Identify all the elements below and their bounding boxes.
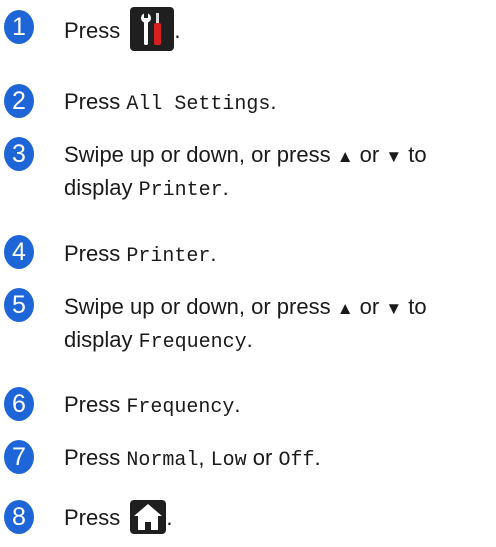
step-3-to: to <box>408 142 427 167</box>
step-3-or: or <box>359 142 380 167</box>
step-1-text: Press . <box>64 7 181 54</box>
down-arrow-icon: ▼ <box>385 147 403 166</box>
step-5-line-2: display Frequency. <box>64 324 253 358</box>
step-8-press: Press <box>64 505 121 530</box>
home-icon[interactable] <box>130 500 167 535</box>
step-2-press: Press <box>64 89 121 114</box>
step-number-4: 4 <box>4 235 34 269</box>
step-number-5: 5 <box>4 288 34 322</box>
step-5-to: to <box>408 294 427 319</box>
step-5-line-1: Swipe up or down, or press ▲ or ▼ to <box>64 291 427 324</box>
step-6-press: Press <box>64 392 121 417</box>
step-5-or: or <box>359 294 380 319</box>
step-number-3: 3 <box>4 137 34 171</box>
step-3-line-2: display Printer. <box>64 172 229 206</box>
step-8-period: . <box>166 505 173 530</box>
normal-option: Normal <box>126 449 199 472</box>
step-7-or: or <box>252 445 273 470</box>
off-option: Off <box>278 449 315 472</box>
step-7-text: Press Normal, Low or Off. <box>64 442 321 476</box>
step-4-period: . <box>210 241 217 266</box>
step-number-6: 6 <box>4 387 34 421</box>
step-number-1: 1 <box>4 10 34 44</box>
step-3-line-1: Swipe up or down, or press ▲ or ▼ to <box>64 139 427 172</box>
down-arrow-icon: ▼ <box>385 299 403 318</box>
step-5-display: display <box>64 327 133 352</box>
step-3-period: . <box>222 175 229 200</box>
step-5-instruction: Swipe up or down, or press <box>64 294 331 319</box>
printer-option: Printer <box>138 179 223 202</box>
step-8-text: Press . <box>64 500 173 536</box>
step-number-7: 7 <box>4 440 34 474</box>
step-1-press: Press <box>64 17 121 43</box>
step-7-press: Press <box>64 445 121 470</box>
up-arrow-icon: ▲ <box>336 299 354 318</box>
step-6-text: Press Frequency. <box>64 389 241 423</box>
printer-option: Printer <box>126 245 211 268</box>
step-5-period: . <box>246 327 253 352</box>
step-1-period: . <box>174 17 181 43</box>
up-arrow-icon: ▲ <box>336 147 354 166</box>
step-2-text: Press All Settings. <box>64 86 277 120</box>
frequency-option: Frequency <box>138 331 247 354</box>
step-4-text: Press Printer. <box>64 238 217 272</box>
frequency-option: Frequency <box>126 396 235 419</box>
all-settings-option: All Settings <box>126 93 271 116</box>
settings-icon[interactable] <box>130 7 175 51</box>
step-3-display: display <box>64 175 133 200</box>
step-3-instruction: Swipe up or down, or press <box>64 142 331 167</box>
step-7-comma: , <box>198 445 205 470</box>
step-number-2: 2 <box>4 84 34 118</box>
step-number-8: 8 <box>4 500 34 534</box>
low-option: Low <box>210 449 247 472</box>
step-6-period: . <box>234 392 241 417</box>
step-7-period: . <box>314 445 321 470</box>
step-4-press: Press <box>64 241 121 266</box>
step-2-period: . <box>270 89 277 114</box>
